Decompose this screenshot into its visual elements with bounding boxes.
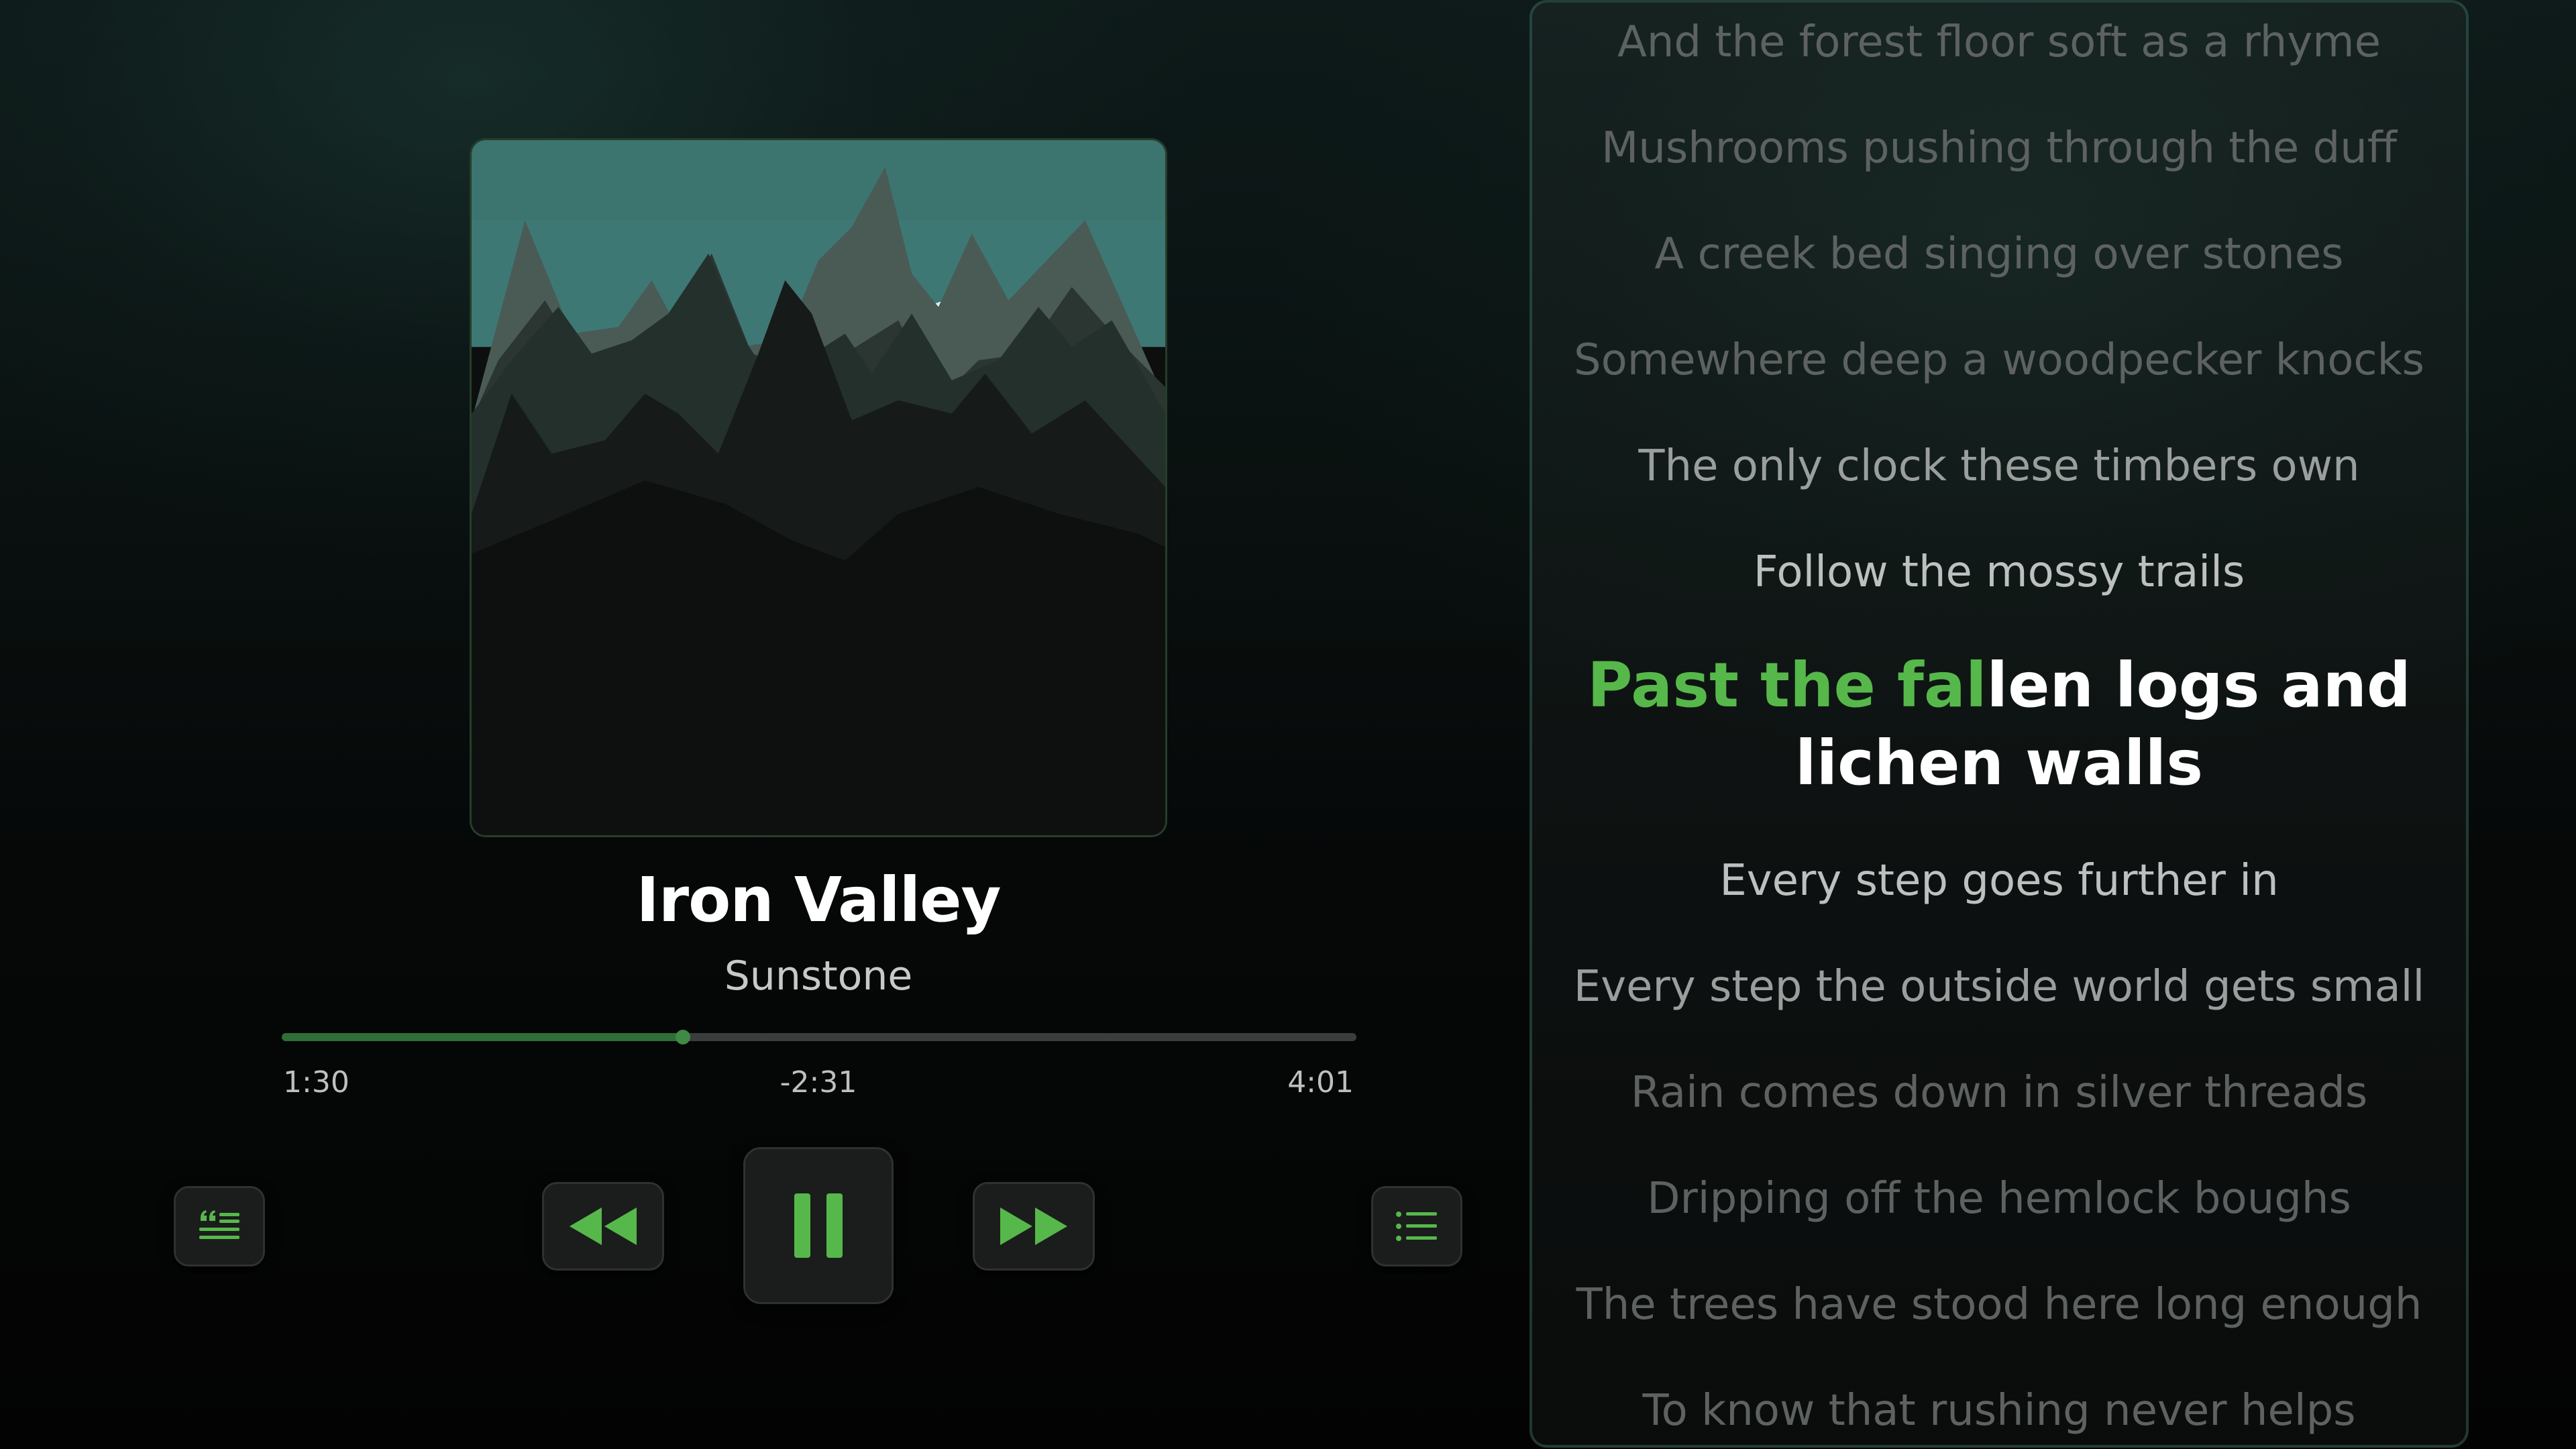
lyric-line[interactable]: Dripping off the hemlock boughs (1532, 1174, 2466, 1224)
lyrics-quote-icon (199, 1210, 239, 1239)
previous-track-button[interactable] (542, 1182, 664, 1271)
play-pause-button[interactable] (743, 1147, 894, 1304)
current-lyric-line[interactable]: Past the fallen logs and lichen walls (1532, 647, 2466, 802)
progress-knob[interactable] (675, 1030, 690, 1044)
progress-fill (282, 1033, 683, 1041)
progress-slider[interactable] (282, 1030, 1356, 1044)
lyric-line[interactable]: The only clock these timbers own (1532, 441, 2466, 491)
lyric-line[interactable]: Every step the outside world gets small (1532, 962, 2466, 1012)
lyric-line[interactable]: Every step goes further in (1532, 856, 2466, 906)
lyric-line[interactable]: The trees have stood here long enough (1532, 1280, 2466, 1330)
list-icon (1396, 1212, 1437, 1241)
fast-forward-icon (1000, 1208, 1067, 1245)
lyric-line[interactable]: And the forest floor soft as a rhyme (1532, 17, 2466, 67)
lyrics-panel[interactable]: And the forest floor soft as a rhyme Mus… (1529, 0, 2469, 1448)
rewind-icon (570, 1208, 637, 1245)
next-track-button[interactable] (973, 1182, 1095, 1271)
mountain-landscape-artwork (472, 140, 1165, 835)
unsung-lyric-portion: len logs and (1986, 649, 2411, 721)
lyrics-button[interactable] (174, 1186, 265, 1267)
album-art (470, 138, 1167, 837)
lyric-line[interactable]: Follow the mossy trails (1532, 547, 2466, 597)
lyric-line[interactable]: Rain comes down in silver threads (1532, 1068, 2466, 1118)
pause-icon (794, 1193, 843, 1258)
lyric-line[interactable]: Somewhere deep a woodpecker knocks (1532, 335, 2466, 385)
lyric-line[interactable]: A creek bed singing over stones (1532, 229, 2466, 279)
track-title: Iron Valley (636, 864, 1001, 936)
track-artist: Sunstone (724, 953, 913, 1000)
current-lyric-second-line: lichen walls (1795, 727, 2203, 799)
lyric-line[interactable]: To know that rushing never helps (1532, 1386, 2466, 1436)
sung-lyric-portion: Past the fal (1587, 649, 1987, 721)
remaining-time: -2:31 (780, 1065, 857, 1099)
total-time: 4:01 (1287, 1065, 1354, 1099)
queue-button[interactable] (1371, 1186, 1462, 1267)
lyric-line[interactable]: Mushrooms pushing through the duff (1532, 123, 2466, 173)
